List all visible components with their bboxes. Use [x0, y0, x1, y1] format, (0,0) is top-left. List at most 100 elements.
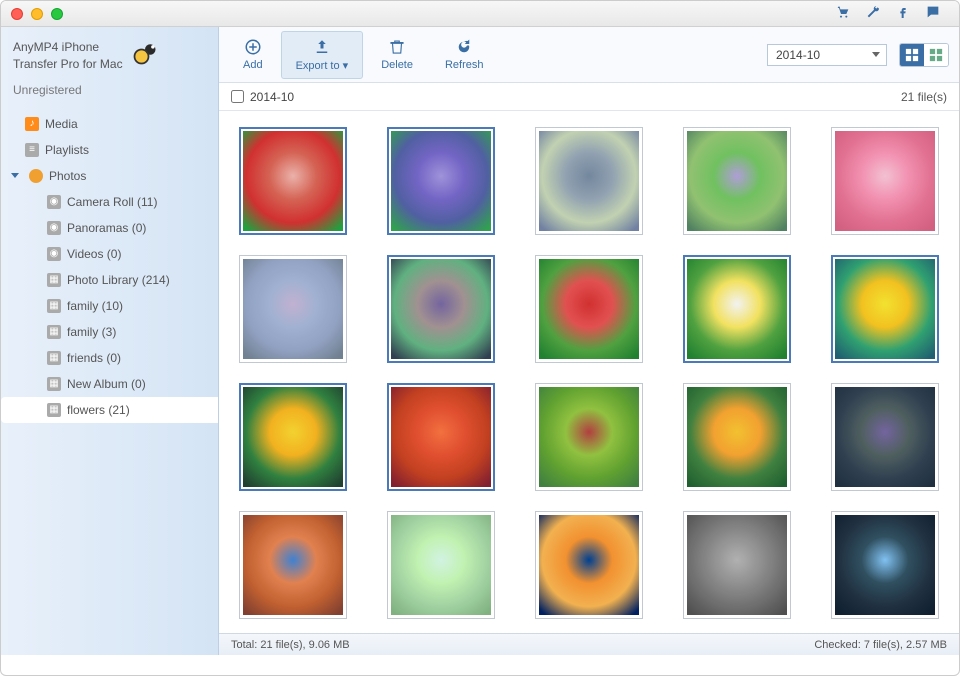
thumbnail[interactable] [239, 511, 347, 619]
album-select[interactable]: 2014-10 [767, 44, 887, 66]
refresh-label: Refresh [445, 59, 484, 71]
thumbnail-image [243, 131, 343, 231]
img-icon: ▦ [47, 403, 61, 417]
thumbnail-scroll[interactable] [219, 111, 959, 633]
music-icon: ♪ [25, 117, 39, 131]
thumbnail-image [835, 131, 935, 231]
registration-status: Unregistered [1, 83, 218, 105]
thumbnail-image [391, 515, 491, 615]
camera-icon: ◉ [47, 221, 61, 235]
toolbar: Add Export to ▾ Delete Refresh 2014-10 [219, 27, 959, 83]
cart-icon[interactable] [835, 4, 851, 23]
thumbnail[interactable] [387, 127, 495, 235]
delete-button[interactable]: Delete [367, 32, 427, 77]
thumbnail-image [391, 387, 491, 487]
sidebar-item-label: Playlists [45, 143, 89, 157]
breadcrumb-folder: 2014-10 [250, 90, 294, 104]
sidebar-item-playlists[interactable]: ≡ Playlists [1, 137, 218, 163]
thumbnail[interactable] [831, 255, 939, 363]
header-icons [835, 4, 949, 23]
thumbnail-image [539, 515, 639, 615]
select-all-checkbox[interactable] [231, 90, 244, 103]
thumbnail[interactable] [239, 127, 347, 235]
maximize-window-button[interactable] [51, 8, 63, 20]
img-icon: ▦ [47, 325, 61, 339]
thumbnail-image [687, 387, 787, 487]
album-select-value: 2014-10 [776, 48, 820, 62]
sidebar-item-friends-0[interactable]: ▦ friends (0) [1, 345, 218, 371]
app-header: AnyMP4 iPhone Transfer Pro for Mac [1, 39, 218, 83]
sidebar-item-photo-library-214[interactable]: ▦Photo Library (214) [1, 267, 218, 293]
list-view-button[interactable] [924, 44, 948, 66]
sidebar-item-media[interactable]: ♪Media [1, 111, 218, 137]
expand-caret-icon[interactable] [11, 173, 19, 178]
export-button[interactable]: Export to ▾ [281, 31, 364, 79]
img-icon: ▦ [47, 377, 61, 391]
thumbnail-image [687, 515, 787, 615]
wrench-icon[interactable] [865, 4, 881, 23]
thumbnail-image [835, 387, 935, 487]
thumbnail[interactable] [683, 255, 791, 363]
thumbnail[interactable] [831, 383, 939, 491]
thumbnail-image [687, 259, 787, 359]
sidebar-item-videos-0[interactable]: ◉Videos (0) [1, 241, 218, 267]
grid-view-button[interactable] [900, 44, 924, 66]
thumbnail[interactable] [535, 127, 643, 235]
sidebar-item-panoramas-0[interactable]: ◉ Panoramas (0) [1, 215, 218, 241]
sidebar-item-family-3[interactable]: ▦ family (3) [1, 319, 218, 345]
sidebar-item-label: family (3) [67, 325, 116, 339]
thumbnail-image [687, 131, 787, 231]
main-panel: Add Export to ▾ Delete Refresh 2014-10 [219, 27, 959, 655]
facebook-icon[interactable] [895, 4, 911, 23]
bee-icon [131, 39, 159, 67]
view-toggle [899, 43, 949, 67]
thumbnail[interactable] [683, 383, 791, 491]
playlist-icon: ≡ [25, 143, 39, 157]
sidebar-item-label: New Album (0) [67, 377, 146, 391]
sidebar-item-label: Videos (0) [67, 247, 121, 261]
thumbnail[interactable] [683, 127, 791, 235]
sidebar: AnyMP4 iPhone Transfer Pro for Mac Unreg… [1, 27, 219, 655]
add-label: Add [243, 59, 263, 71]
thumbnail[interactable] [683, 511, 791, 619]
thumbnail-image [835, 259, 935, 359]
thumbnail[interactable] [535, 511, 643, 619]
sidebar-item-label: Photos [49, 169, 86, 183]
thumbnail[interactable] [535, 255, 643, 363]
add-button[interactable]: Add [229, 32, 277, 77]
thumbnail[interactable] [387, 383, 495, 491]
app-title-line1: AnyMP4 iPhone [13, 39, 123, 56]
sidebar-item-flowers-21[interactable]: ▦flowers (21) [1, 397, 219, 423]
app-title: AnyMP4 iPhone Transfer Pro for Mac [13, 39, 123, 73]
status-checked: Checked: 7 file(s), 2.57 MB [814, 639, 947, 651]
close-window-button[interactable] [11, 8, 23, 20]
thumbnail[interactable] [831, 127, 939, 235]
camera-icon: ◉ [47, 195, 61, 209]
sidebar-tree: ♪Media≡PlaylistsPhotos◉Camera Roll (11)◉… [1, 105, 218, 429]
thumbnail[interactable] [239, 383, 347, 491]
comment-icon[interactable] [925, 4, 941, 23]
thumbnail[interactable] [387, 511, 495, 619]
minimize-window-button[interactable] [31, 8, 43, 20]
export-label: Export to ▾ [296, 59, 349, 72]
thumbnail-image [539, 131, 639, 231]
status-bar: Total: 21 file(s), 9.06 MB Checked: 7 fi… [219, 633, 959, 655]
sidebar-item-camera-roll-11[interactable]: ◉ Camera Roll (11) [1, 189, 218, 215]
sidebar-item-family-10[interactable]: ▦family (10) [1, 293, 218, 319]
breadcrumb-bar: 2014-10 21 file(s) [219, 83, 959, 111]
thumbnail[interactable] [239, 255, 347, 363]
thumbnail-image [539, 259, 639, 359]
sidebar-item-new-album-0[interactable]: ▦ New Album (0) [1, 371, 218, 397]
thumbnail-image [391, 259, 491, 359]
img-icon: ▦ [47, 351, 61, 365]
thumbnail[interactable] [535, 383, 643, 491]
refresh-button[interactable]: Refresh [431, 32, 498, 77]
sidebar-item-photos[interactable]: Photos [1, 163, 218, 189]
sidebar-item-label: friends (0) [67, 351, 121, 365]
thumbnail[interactable] [831, 511, 939, 619]
sidebar-item-label: Panoramas (0) [67, 221, 146, 235]
thumbnail[interactable] [387, 255, 495, 363]
img-icon: ▦ [47, 299, 61, 313]
app-window: AnyMP4 iPhone Transfer Pro for Mac Unreg… [0, 0, 960, 676]
sidebar-item-label: Camera Roll (11) [67, 195, 157, 209]
